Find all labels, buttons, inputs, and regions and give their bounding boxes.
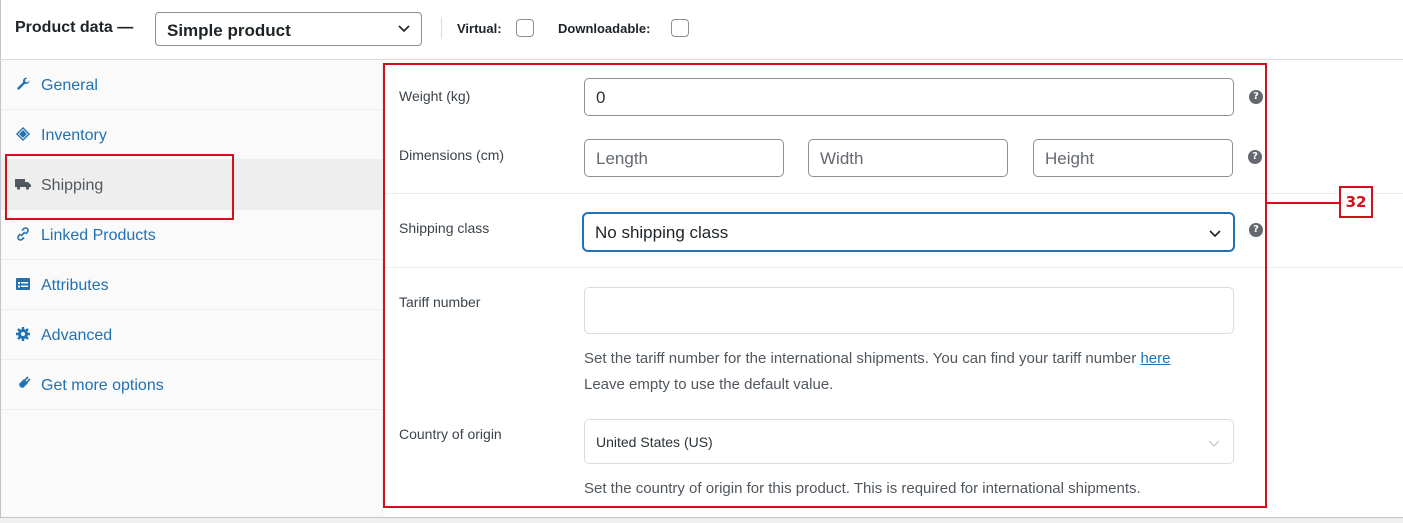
tab-label: Inventory [41,127,107,144]
product-type-select[interactable]: Simple product [155,12,422,46]
tab-label: Get more options [41,377,164,394]
tab-get-more-options[interactable]: Get more options [1,360,382,410]
header-separator [441,17,442,39]
tab-advanced[interactable]: Advanced [1,310,382,360]
list-card-icon [16,278,30,290]
tab-label: Linked Products [41,227,156,244]
tab-inventory[interactable]: Inventory [1,110,382,160]
tab-label: Advanced [41,327,113,344]
link-icon [17,227,29,241]
gear-icon [16,327,30,341]
annotation-connector [1266,202,1339,204]
tag-icon [16,127,30,141]
virtual-checkbox[interactable] [516,19,534,37]
tab-label: Attributes [41,277,109,294]
downloadable-label: Downloadable: [558,21,651,36]
page-background [0,518,1403,523]
tab-general[interactable]: General [1,60,382,110]
chevron-down-icon [398,25,410,33]
annotation-highlight-shipping-panel [383,63,1267,508]
tab-label: General [41,77,98,94]
product-data-title: Product data — [15,19,134,36]
product-type-value: Simple product [167,21,291,40]
wrench-icon [17,77,30,90]
product-data-tabs: General Inventory Shipping Linked Produc… [1,60,383,517]
plugin-icon [17,376,31,390]
annotation-label: 32 [1339,186,1373,218]
product-data-header: Product data — Simple product Virtual: D… [0,0,1403,60]
tab-attributes[interactable]: Attributes [1,260,382,310]
annotation-highlight-shipping-tab [5,154,234,220]
downloadable-checkbox[interactable] [671,19,689,37]
virtual-label: Virtual: [457,21,502,36]
